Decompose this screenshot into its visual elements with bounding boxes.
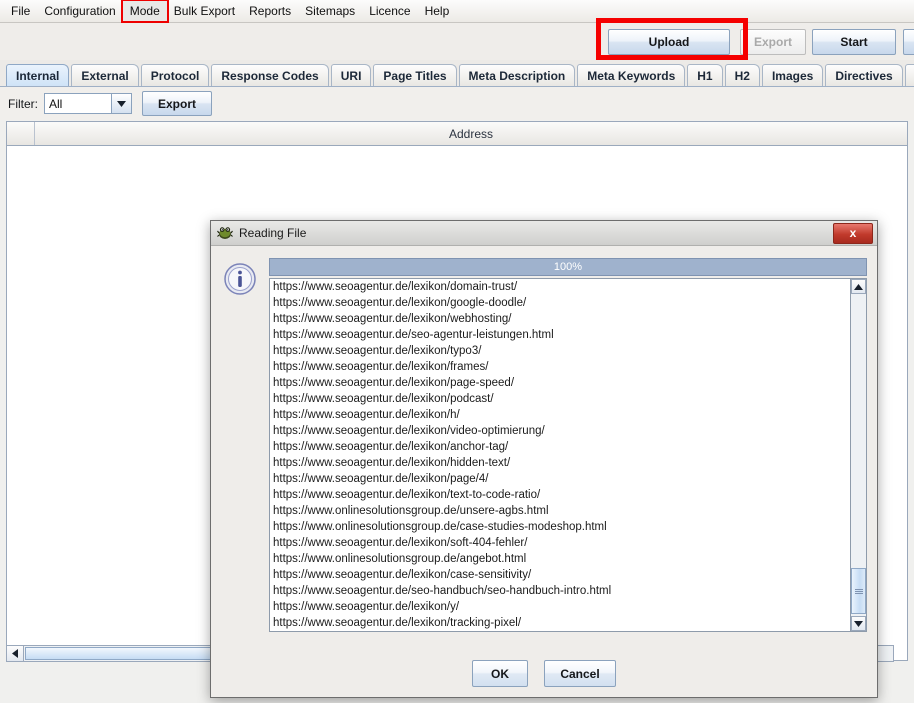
- log-line: https://www.seoagentur.de/lexikon/webhos…: [273, 313, 512, 325]
- tab-uri[interactable]: URI: [330, 64, 372, 86]
- table-column-address[interactable]: Address: [35, 122, 907, 145]
- reading-file-dialog: Reading File x 100% https://www.seoagent…: [210, 220, 878, 698]
- dialog-title: Reading File: [239, 226, 307, 240]
- app-logo-icon: [217, 225, 233, 241]
- log-line: https://www.onlinesolutionsgroup.de/unse…: [273, 505, 549, 517]
- vertical-scroll-track[interactable]: [851, 294, 866, 616]
- toolbar-extra-button[interactable]: [903, 29, 914, 55]
- tab-h1[interactable]: H1: [687, 64, 723, 86]
- close-icon[interactable]: x: [833, 222, 873, 244]
- progress-bar: 100%: [269, 258, 867, 276]
- table-header-row: Address: [7, 122, 907, 146]
- log-line: https://www.seoagentur.de/lexikon/video-…: [273, 425, 545, 437]
- log-line: https://www.seoagentur.de/lexikon/y/: [273, 601, 460, 613]
- log-line: https://www.seoagentur.de/lexikon/case-s…: [273, 569, 532, 581]
- start-button[interactable]: Start: [812, 29, 896, 55]
- scroll-down-icon[interactable]: [851, 616, 866, 631]
- tab-directives[interactable]: Directives: [825, 64, 903, 86]
- log-line-list: https://www.seoagentur.de/lexikon/domain…: [273, 279, 850, 631]
- dialog-title-bar[interactable]: Reading File x: [211, 221, 877, 246]
- tab-meta-description[interactable]: Meta Description: [458, 64, 576, 86]
- upload-button[interactable]: Upload: [608, 29, 730, 55]
- tab-meta-keywords[interactable]: Meta Keywords: [577, 64, 686, 86]
- log-line: https://www.seoagentur.de/lexikon/frames…: [273, 361, 489, 373]
- log-line: https://www.seoagentur.de/lexikon/page/4…: [273, 473, 489, 485]
- dialog-content: 100% https://www.seoagentur.de/lexikon/.…: [269, 258, 867, 697]
- log-line: https://www.seoagentur.de/lexikon/soft-4…: [273, 537, 528, 549]
- ok-button[interactable]: OK: [472, 660, 528, 687]
- dialog-body: 100% https://www.seoagentur.de/lexikon/.…: [211, 246, 877, 697]
- log-line: https://www.onlinesolutionsgroup.de/ange…: [273, 553, 527, 565]
- tab-h2[interactable]: H2: [724, 64, 760, 86]
- filter-row: Filter: All Export: [0, 87, 914, 120]
- menu-item-bulk-export[interactable]: Bulk Export: [167, 1, 242, 21]
- scroll-left-icon[interactable]: [7, 646, 24, 661]
- progress-percent-label: 100%: [553, 261, 583, 273]
- tab-images[interactable]: Images: [761, 64, 824, 86]
- log-line: https://www.seoagentur.de/lexikon/domain…: [273, 281, 518, 293]
- scroll-up-icon[interactable]: [851, 279, 866, 294]
- toolbar: Upload Export Start: [0, 23, 914, 61]
- menu-item-help[interactable]: Help: [418, 1, 457, 21]
- menu-item-configuration[interactable]: Configuration: [37, 1, 122, 21]
- tab-href[interactable]: Href: [904, 64, 914, 86]
- tab-strip: Internal External Protocol Response Codes UR…: [0, 60, 914, 87]
- log-vertical-scrollbar[interactable]: [850, 279, 866, 631]
- filter-dropdown[interactable]: All: [44, 93, 132, 114]
- log-line: https://www.seoagentur.de/seo-agentur-le…: [273, 329, 554, 341]
- dialog-button-row: OK Cancel: [211, 660, 877, 687]
- tab-external[interactable]: External: [71, 64, 139, 86]
- chevron-down-icon[interactable]: [111, 94, 131, 113]
- log-line: https://www.seoagentur.de/lexikon/google…: [273, 297, 527, 309]
- log-line: https://www.seoagentur.de/lexikon/h/: [273, 409, 460, 421]
- menu-item-file[interactable]: File: [4, 1, 37, 21]
- menu-item-sitemaps[interactable]: Sitemaps: [298, 1, 362, 21]
- info-icon: [223, 262, 257, 296]
- log-line: https://www.seoagentur.de/lexikon/tracki…: [273, 617, 522, 629]
- log-lines-container: https://www.seoagentur.de/lexikon/... ht…: [270, 279, 850, 631]
- filter-selected-value: All: [49, 96, 63, 111]
- log-line: https://www.seoagentur.de/seo-handbuch/s…: [273, 585, 612, 597]
- log-pane: https://www.seoagentur.de/lexikon/... ht…: [269, 278, 867, 632]
- menu-item-licence[interactable]: Licence: [362, 1, 417, 21]
- log-line: https://www.seoagentur.de/lexikon/page-s…: [273, 377, 515, 389]
- log-line: https://www.onlinesolutionsgroup.de/case…: [273, 521, 607, 533]
- tab-internal[interactable]: Internal: [6, 64, 70, 86]
- export-button: Export: [740, 29, 806, 55]
- log-line: https://www.seoagentur.de/lexikon/hidden…: [273, 457, 511, 469]
- filter-export-button[interactable]: Export: [142, 91, 212, 116]
- menu-item-mode[interactable]: Mode: [120, 0, 169, 23]
- log-line: https://www.seoagentur.de/lexikon/typo3/: [273, 345, 482, 357]
- vertical-scroll-thumb[interactable]: [851, 568, 866, 614]
- tab-page-titles[interactable]: Page Titles: [373, 64, 457, 86]
- filter-label: Filter:: [8, 96, 38, 111]
- menu-bar: File Configuration Mode Bulk Export Reports S…: [0, 0, 914, 23]
- log-line: https://www.seoagentur.de/lexikon/anchor…: [273, 441, 509, 453]
- tab-response-codes[interactable]: Response Codes: [211, 64, 329, 86]
- menu-item-reports[interactable]: Reports: [242, 1, 298, 21]
- tab-protocol[interactable]: Protocol: [140, 64, 210, 86]
- log-line: https://www.seoagentur.de/lexikon/text-t…: [273, 489, 541, 501]
- cancel-button[interactable]: Cancel: [544, 660, 616, 687]
- table-column-index[interactable]: [7, 122, 35, 145]
- log-line: https://www.seoagentur.de/lexikon/podcas…: [273, 393, 494, 405]
